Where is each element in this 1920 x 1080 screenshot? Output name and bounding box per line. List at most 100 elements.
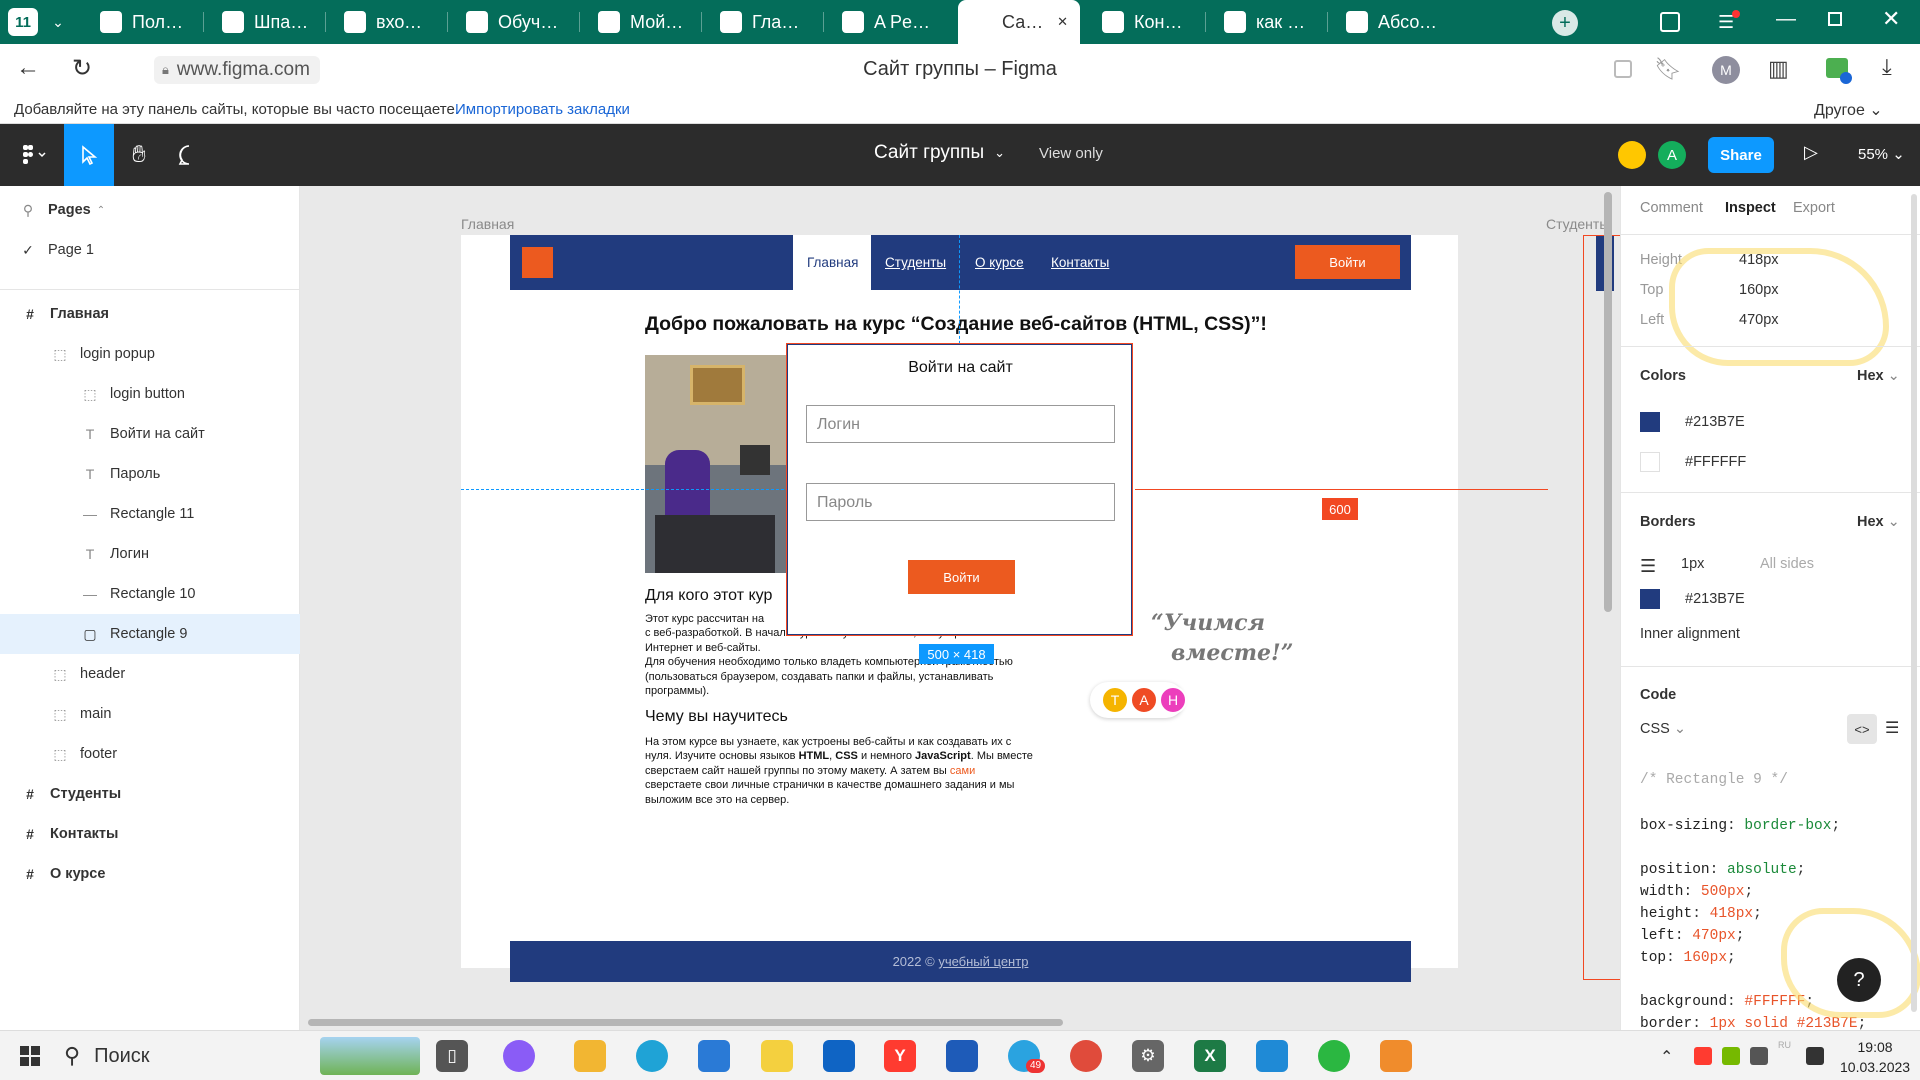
zoom-dropdown[interactable]: 55% ⌄ <box>1858 145 1905 163</box>
popup-login-field[interactable]: Логин <box>806 405 1115 443</box>
frame-students-outline[interactable] <box>1583 235 1620 980</box>
reader-mode-icon[interactable]: ▥ <box>1768 56 1789 82</box>
back-arrow-icon[interactable]: ← <box>16 54 40 82</box>
layer-item[interactable]: ⬚ main <box>0 694 300 734</box>
horizontal-scrollbar[interactable] <box>308 1019 1063 1026</box>
windows-start-icon[interactable] <box>20 1046 40 1066</box>
popup-login-button[interactable]: Войти <box>908 560 1015 594</box>
mail-icon[interactable] <box>698 1040 730 1072</box>
browser-tab[interactable]: A Pen by <box>830 0 948 44</box>
comment-tool-button[interactable] <box>164 124 214 186</box>
collections-icon[interactable] <box>1660 12 1680 32</box>
layer-item[interactable]: — Rectangle 11 <box>0 494 300 534</box>
layer-item[interactable]: ⬚ header <box>0 654 300 694</box>
help-button[interactable]: ? <box>1837 958 1881 1002</box>
layer-item[interactable]: T Войти на сайт <box>0 414 300 454</box>
code-list-icon[interactable]: ☰ <box>1885 718 1899 738</box>
workspace-badge[interactable]: 11 <box>8 8 38 36</box>
edge-icon[interactable] <box>636 1040 668 1072</box>
site-login-button[interactable]: Войти <box>1295 245 1400 279</box>
layer-item[interactable]: # Главная <box>0 294 300 334</box>
user-avatar[interactable] <box>1618 141 1646 169</box>
other-bookmarks-button[interactable]: Другое ⌄ <box>1814 100 1883 120</box>
border-width[interactable]: 1px <box>1681 556 1704 572</box>
file-name-dropdown[interactable]: Сайт группы ⌄ <box>874 142 1005 164</box>
vscode-icon[interactable] <box>1256 1040 1288 1072</box>
browser-tab[interactable]: Мой перв <box>586 0 698 44</box>
import-bookmarks-link[interactable]: Импортировать закладки <box>455 101 630 118</box>
nav-link-about[interactable]: О курсе <box>975 255 1024 270</box>
layer-item[interactable]: # О курсе <box>0 854 300 894</box>
task-view-icon[interactable]: ▯ <box>436 1040 468 1072</box>
layer-item[interactable]: ⬚ login popup <box>0 334 300 374</box>
panel-scrollbar[interactable] <box>1911 194 1917 1012</box>
input-language[interactable]: RU <box>1778 1040 1791 1050</box>
sticky-notes-icon[interactable] <box>761 1040 793 1072</box>
browser-tab[interactable]: Обучени <box>454 0 576 44</box>
borders-format-dropdown[interactable]: Hex ⌄ <box>1857 514 1900 530</box>
layer-item[interactable]: T Пароль <box>0 454 300 494</box>
collaborator-avatar[interactable]: A <box>1658 141 1686 169</box>
store-icon[interactable] <box>946 1040 978 1072</box>
security-tray-icon[interactable] <box>1806 1047 1824 1065</box>
url-field[interactable]: 🔒︎ www.figma.com <box>154 56 320 84</box>
nvidia-tray-icon[interactable] <box>1722 1047 1740 1065</box>
alice-icon[interactable] <box>503 1040 535 1072</box>
tab-list-chevron-icon[interactable]: ⌄ <box>46 10 70 34</box>
observer-avatar[interactable]: H <box>1159 686 1187 714</box>
whatsapp-icon[interactable] <box>1318 1040 1350 1072</box>
layer-item[interactable]: T Логин <box>0 534 300 574</box>
observer-avatar[interactable]: A <box>1130 686 1158 714</box>
code-language-dropdown[interactable]: CSS ⌄ <box>1640 721 1686 737</box>
design-canvas[interactable]: Главная Студенты Главная Студенты О курс… <box>300 186 1620 1030</box>
explorer-icon[interactable] <box>574 1040 606 1072</box>
bookmark-star-icon[interactable]: 🔖︎ <box>1654 56 1682 82</box>
paint-icon[interactable] <box>1380 1040 1412 1072</box>
color-value[interactable]: #213B7E <box>1685 414 1745 430</box>
login-popup[interactable]: Войти на сайт Логин Пароль Войти <box>787 344 1132 635</box>
layer-item[interactable]: ▢ Rectangle 9 <box>0 614 300 654</box>
search-icon[interactable]: ⚲ <box>20 202 36 219</box>
browser-tab[interactable]: Абсолют <box>1334 0 1454 44</box>
browser-tab[interactable]: Сайт гр ✕ <box>958 0 1080 44</box>
frame-label-students[interactable]: Студенты <box>1546 216 1609 232</box>
layer-item[interactable]: ⬚ login button <box>0 374 300 414</box>
tab-export[interactable]: Export <box>1793 200 1835 216</box>
minimize-button[interactable]: — <box>1776 8 1796 31</box>
browser-tab[interactable]: как для а <box>1212 0 1324 44</box>
border-color-value[interactable]: #213B7E <box>1685 591 1745 607</box>
nav-link-home[interactable]: Главная <box>807 255 858 270</box>
layer-item[interactable]: # Студенты <box>0 774 300 814</box>
footer-link[interactable]: учебный центр <box>938 954 1028 969</box>
color-value[interactable]: #FFFFFF <box>1685 454 1746 470</box>
tab-comment[interactable]: Comment <box>1640 200 1703 216</box>
browser-tab[interactable]: Главная <box>708 0 820 44</box>
code-view-icon[interactable]: <> <box>1847 714 1877 744</box>
share-button[interactable]: Share <box>1708 137 1774 173</box>
browser-tab[interactable]: Шпаргал <box>210 0 322 44</box>
figma-menu-icon[interactable] <box>14 124 56 186</box>
settings-icon[interactable]: ⚙ <box>1132 1040 1164 1072</box>
taskbar-search[interactable]: ⚲ Поиск <box>64 1035 314 1077</box>
outlook-icon[interactable] <box>823 1040 855 1072</box>
hand-tool-button[interactable]: ✋︎ <box>114 124 164 186</box>
page-item[interactable]: ✓ Page 1 <box>0 230 300 270</box>
vertical-scrollbar[interactable] <box>1604 192 1612 612</box>
translate-icon[interactable] <box>1614 60 1632 78</box>
yandex-tray-icon[interactable] <box>1694 1047 1712 1065</box>
reload-icon[interactable]: ↻ <box>72 54 92 83</box>
pages-header[interactable]: ⚲ Pages ⌃ <box>0 190 300 230</box>
close-window-button[interactable]: ✕ <box>1882 6 1900 32</box>
new-tab-button[interactable]: + <box>1552 10 1578 36</box>
close-tab-icon[interactable]: ✕ <box>1057 14 1068 30</box>
chrome-icon[interactable] <box>1070 1040 1102 1072</box>
maximize-button[interactable] <box>1828 12 1842 26</box>
tray-chevron-icon[interactable]: ⌃ <box>1660 1047 1673 1067</box>
move-tool-button[interactable] <box>64 124 114 186</box>
profile-avatar[interactable]: M <box>1712 56 1740 84</box>
popup-password-field[interactable]: Пароль <box>806 483 1115 521</box>
excel-icon[interactable]: X <box>1194 1040 1226 1072</box>
colors-format-dropdown[interactable]: Hex ⌄ <box>1857 368 1900 384</box>
layer-item[interactable]: # Контакты <box>0 814 300 854</box>
present-play-icon[interactable]: ▷ <box>1804 142 1818 163</box>
